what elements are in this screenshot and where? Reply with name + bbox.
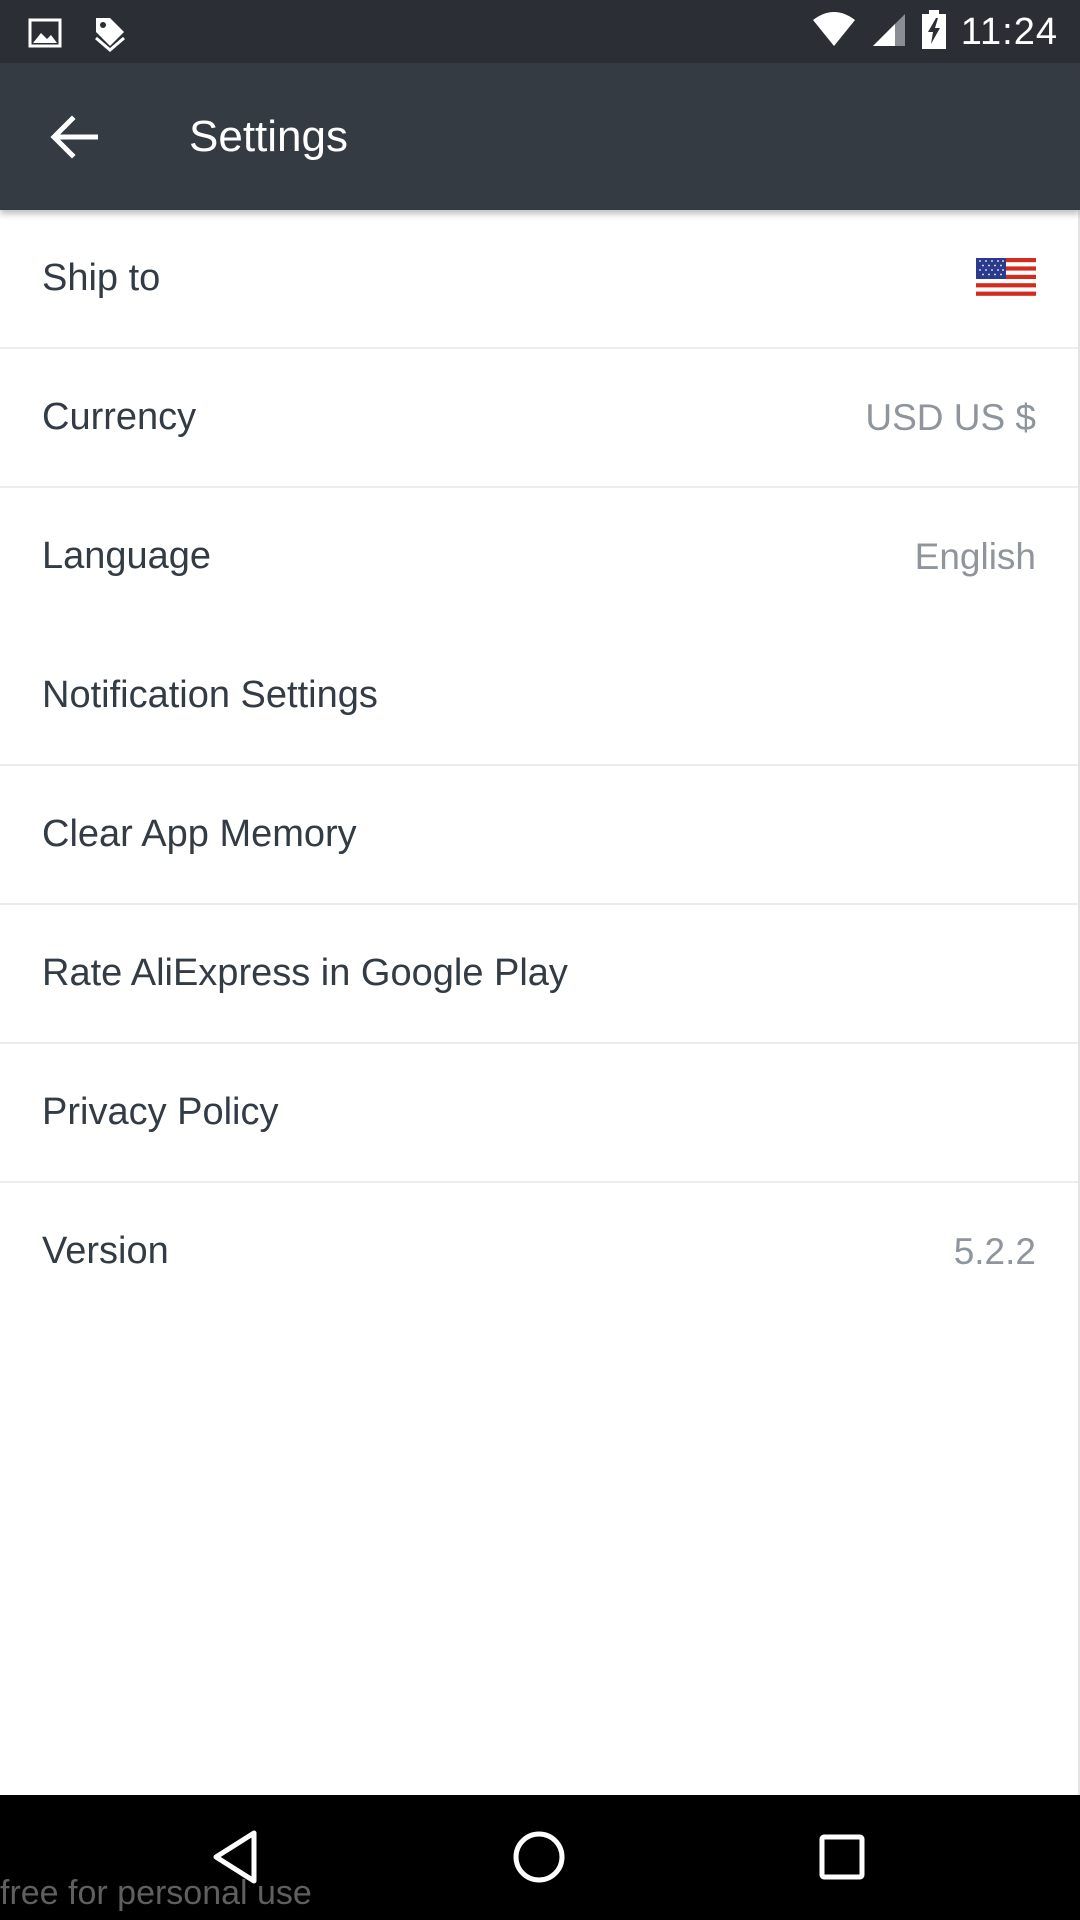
recents-square-icon — [819, 1834, 865, 1880]
battery-charging-icon — [921, 9, 947, 55]
image-icon — [28, 18, 62, 53]
setting-label: Clear App Memory — [42, 813, 357, 855]
setting-value: English — [914, 535, 1036, 577]
nav-recents-button[interactable] — [800, 1815, 884, 1899]
setting-language[interactable]: Language English — [0, 488, 1078, 627]
setting-notifications[interactable]: Notification Settings — [0, 627, 1078, 766]
setting-label: Version — [42, 1230, 169, 1272]
setting-rate-app[interactable]: Rate AliExpress in Google Play — [0, 905, 1078, 1044]
us-flag-icon — [976, 257, 1036, 300]
setting-privacy-policy[interactable]: Privacy Policy — [0, 1044, 1078, 1183]
setting-label: Notification Settings — [42, 674, 378, 716]
setting-label: Privacy Policy — [42, 1091, 279, 1133]
status-bar: 11:24 — [0, 0, 1080, 63]
nav-home-button[interactable] — [497, 1815, 581, 1899]
setting-label: Language — [42, 535, 212, 577]
home-circle-icon — [513, 1831, 565, 1883]
settings-list: Ship to Currency USD US $ Language Engli… — [0, 210, 1078, 1322]
setting-label: Ship to — [42, 257, 161, 299]
setting-version: Version 5.2.2 — [0, 1183, 1078, 1322]
app-toolbar: Settings — [0, 63, 1080, 210]
setting-ship-to[interactable]: Ship to — [0, 210, 1078, 349]
setting-clear-memory[interactable]: Clear App Memory — [0, 766, 1078, 905]
status-time: 11:24 — [960, 10, 1058, 53]
wifi-icon — [811, 11, 857, 53]
setting-currency[interactable]: Currency USD US $ — [0, 349, 1078, 488]
watermark-text: free for personal use — [0, 1874, 312, 1912]
setting-value: USD US $ — [865, 396, 1036, 438]
setting-label: Currency — [42, 396, 197, 438]
setting-value: 5.2.2 — [953, 1230, 1036, 1272]
back-button[interactable] — [40, 103, 108, 171]
arrow-back-icon — [50, 115, 98, 159]
status-bar-notifications — [28, 14, 128, 57]
settings-screen: 11:24 Settings Ship to Currency USD US $… — [0, 0, 1080, 1920]
tag-icon — [92, 14, 128, 57]
setting-label: Rate AliExpress in Google Play — [42, 952, 568, 994]
signal-icon — [871, 12, 907, 53]
status-bar-system: 11:24 — [811, 8, 1058, 56]
page-title: Settings — [189, 112, 348, 161]
